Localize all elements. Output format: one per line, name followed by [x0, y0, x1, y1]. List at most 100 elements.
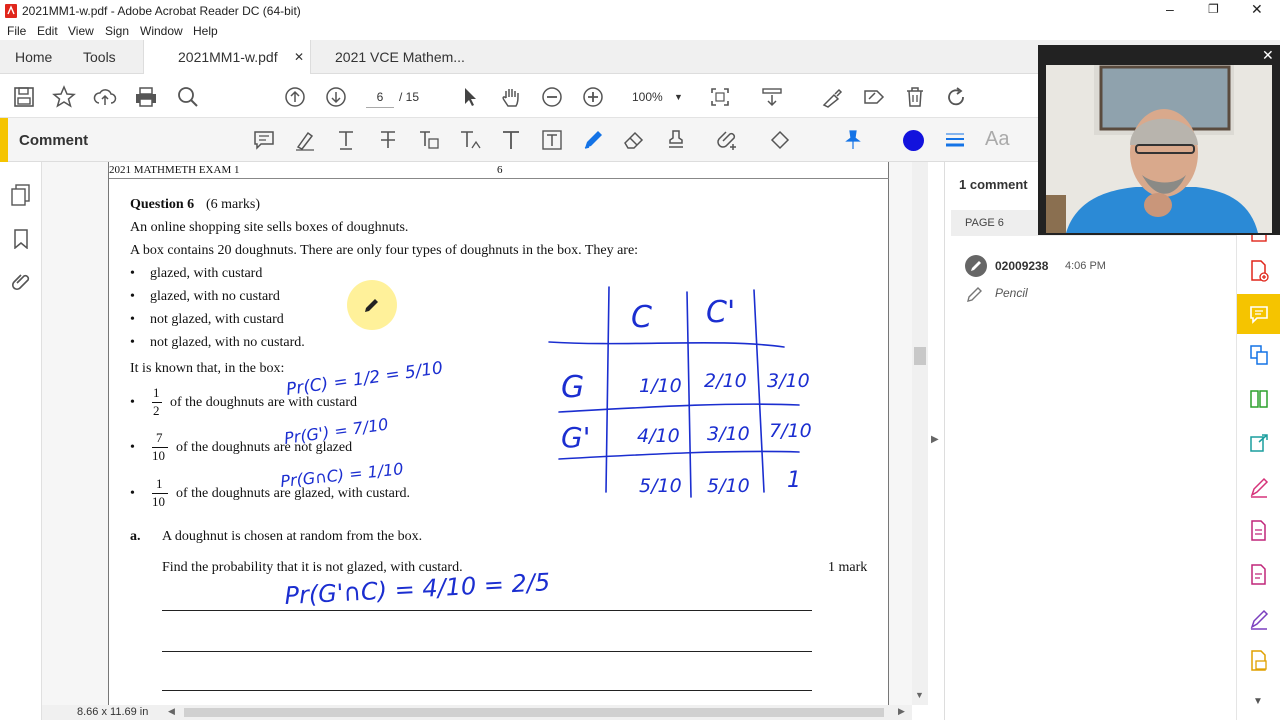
fill-sign-icon[interactable]: [820, 85, 844, 109]
menu-file[interactable]: File: [7, 24, 26, 38]
tool-create-pdf-icon[interactable]: [1249, 260, 1269, 282]
pencil-avatar-icon: [971, 261, 981, 271]
comment-item[interactable]: 02009238 4:06 PM Pencil: [955, 246, 1225, 306]
delete-icon[interactable]: [903, 85, 927, 109]
tool-send-sign-icon[interactable]: [1249, 608, 1269, 630]
tool-comment-active[interactable]: [1237, 294, 1280, 334]
table-row-label: G: [561, 370, 584, 405]
table-cell: 5/10: [707, 475, 750, 497]
handwritten-answer: Pr(G'∩C) = 4/10 = 2/5: [284, 568, 551, 610]
tool-protect-icon[interactable]: [1249, 564, 1269, 586]
zoom-in-icon[interactable]: [581, 85, 605, 109]
comment-accent-strip: [0, 118, 8, 162]
pencil-draw-icon[interactable]: [581, 128, 605, 152]
attach-file-icon[interactable]: [716, 128, 740, 152]
zoom-select[interactable]: 100% ▼: [624, 86, 688, 108]
scroll-mode-icon[interactable]: [760, 85, 784, 109]
scroll-thumb[interactable]: [914, 347, 926, 365]
menu-edit[interactable]: Edit: [37, 24, 58, 38]
print-icon[interactable]: [134, 85, 158, 109]
tool-fill-sign-icon[interactable]: [1249, 476, 1269, 498]
scroll-down-icon[interactable]: ▼: [915, 690, 924, 700]
table-cell: 5/10: [639, 475, 682, 497]
shapes-icon[interactable]: [768, 128, 792, 152]
page-number-input[interactable]: 6: [366, 86, 394, 108]
chevron-down-icon: ▼: [674, 92, 683, 102]
close-webcam-icon[interactable]: ✕: [1262, 47, 1274, 64]
tab-doc2[interactable]: 2021 VCE Mathem...: [335, 40, 465, 74]
hand-tool-icon[interactable]: [499, 85, 523, 109]
tools-scroll-down-icon[interactable]: ▼: [1253, 696, 1263, 707]
bookmark-icon[interactable]: [13, 229, 29, 249]
restore-icon[interactable]: ❐: [1208, 2, 1219, 16]
strikethrough-icon[interactable]: [376, 128, 400, 152]
eraser-icon[interactable]: [622, 128, 646, 152]
tool-stamp-icon[interactable]: [1249, 650, 1269, 672]
add-text-icon[interactable]: [499, 128, 523, 152]
page-thumbnails-icon[interactable]: [11, 184, 31, 206]
expand-right-panel-icon[interactable]: ▶: [931, 434, 939, 445]
underline-text-icon[interactable]: [334, 128, 358, 152]
fit-page-icon[interactable]: [708, 85, 732, 109]
prev-page-icon[interactable]: [283, 85, 307, 109]
left-navigation-rail: ◀: [0, 162, 54, 720]
zoom-search-icon[interactable]: [176, 85, 200, 109]
status-bar: 8.66 x 11.69 in ◀ ▶: [42, 705, 912, 720]
menu-window[interactable]: Window: [140, 24, 183, 38]
page-group-label: PAGE 6: [965, 217, 1004, 229]
handwritten-two-way-table: C C' G G' 1/10 2/10 3/10 4/10 3/10 7/10 …: [548, 286, 812, 498]
highlight-icon[interactable]: [293, 128, 317, 152]
main-toolbar: 6 / 15 100% ▼: [0, 74, 1040, 118]
font-size-icon[interactable]: Aa: [985, 128, 1009, 151]
horizontal-scroll-thumb[interactable]: [184, 708, 884, 717]
tool-edit-pdf-icon[interactable]: [1249, 520, 1269, 542]
replace-text-icon[interactable]: [417, 128, 441, 152]
insert-text-icon[interactable]: [458, 128, 482, 152]
title-bar: 2021MM1-w.pdf - Adobe Acrobat Reader DC …: [0, 0, 1280, 22]
attachment-icon[interactable]: [11, 271, 31, 293]
scroll-left-icon[interactable]: ◀: [168, 706, 175, 717]
zoom-out-icon[interactable]: [540, 85, 564, 109]
tool-export-icon[interactable]: [1249, 432, 1269, 454]
table-cell: 1/10: [639, 375, 682, 397]
send-sign-icon[interactable]: [862, 85, 886, 109]
line-weight-icon[interactable]: [943, 128, 967, 152]
scroll-right-icon[interactable]: ▶: [898, 706, 905, 717]
comment-toolbar: Comment Aa: [0, 118, 1040, 162]
zoom-value: 100%: [632, 90, 663, 104]
sticky-note-icon[interactable]: [252, 128, 276, 152]
stamp-icon[interactable]: [664, 128, 688, 152]
handwritten-annotations: Pr(C) = 1/2 = 5/10 Pr(G') = 7/10 Pr(G∩C)…: [279, 286, 812, 610]
menu-sign[interactable]: Sign: [105, 24, 129, 38]
upload-icon[interactable]: [93, 85, 117, 109]
right-tools-rail: ▼: [1236, 230, 1280, 720]
pin-icon[interactable]: [841, 128, 865, 152]
table-cell: 1: [787, 468, 801, 493]
save-icon[interactable]: [12, 85, 36, 109]
menu-help[interactable]: Help: [193, 24, 218, 38]
table-column-line: [605, 286, 765, 498]
window-title: 2021MM1-w.pdf - Adobe Acrobat Reader DC …: [22, 4, 301, 18]
tool-combine-icon[interactable]: [1249, 344, 1269, 366]
tab-active-doc[interactable]: 2021MM1-w.pdf ✕: [143, 40, 311, 75]
tool-organize-icon[interactable]: [1249, 388, 1269, 410]
table-header: C': [706, 295, 735, 330]
tab-tools[interactable]: Tools: [83, 40, 116, 74]
text-box-icon[interactable]: [540, 128, 564, 152]
close-tab-icon[interactable]: ✕: [294, 40, 304, 74]
pdf-page: 2021 MATHMETH EXAM 1 6 Question 6 (6 mar…: [108, 162, 889, 705]
vertical-scrollbar[interactable]: ▼: [912, 162, 928, 705]
next-page-icon[interactable]: [324, 85, 348, 109]
document-viewport[interactable]: 2021 MATHMETH EXAM 1 6 Question 6 (6 mar…: [42, 162, 912, 705]
select-cursor-icon[interactable]: [458, 85, 482, 109]
redo-icon[interactable]: [944, 85, 968, 109]
tab-home[interactable]: Home: [15, 40, 52, 74]
menu-view[interactable]: View: [68, 24, 94, 38]
table-cell: 3/10: [707, 423, 750, 445]
close-window-icon[interactable]: ✕: [1251, 1, 1263, 18]
page-total: / 15: [399, 90, 420, 104]
bookmark-star-icon[interactable]: [52, 85, 76, 109]
minimize-icon[interactable]: –: [1166, 1, 1174, 17]
color-picker-button[interactable]: [903, 130, 924, 151]
presenter-video-frame: [1046, 65, 1272, 233]
